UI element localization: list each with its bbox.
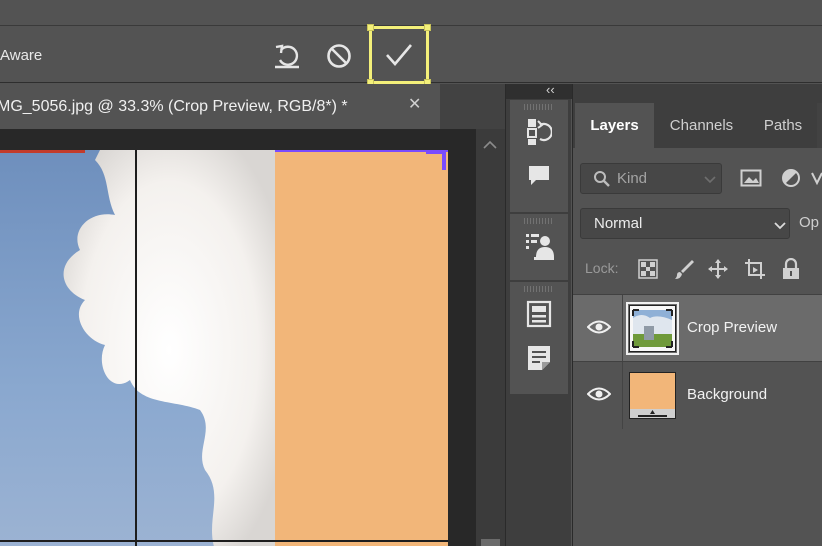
checkmark-icon <box>386 44 412 66</box>
notes-icon[interactable] <box>510 336 568 380</box>
content-aware-label[interactable]: Aware <box>0 47 42 64</box>
vertical-scrollbar[interactable] <box>476 129 505 546</box>
lock-all-icon[interactable] <box>778 256 804 282</box>
scroll-up-icon[interactable] <box>483 137 497 153</box>
grip-handle[interactable] <box>524 104 554 110</box>
blend-mode-select[interactable]: Normal <box>580 208 790 239</box>
menu-bar <box>0 0 822 26</box>
panel-tabs: Layers Channels Paths <box>573 103 822 148</box>
layer-filter-select[interactable]: Kind <box>580 163 722 194</box>
panel-collapse-bar[interactable]: ‹‹ <box>506 82 572 99</box>
lock-row: Lock: <box>573 252 822 286</box>
lock-position-icon[interactable] <box>705 256 731 282</box>
grip-handle[interactable] <box>524 218 554 224</box>
image-filter-icon[interactable] <box>736 163 766 193</box>
crop-guide-horizontal <box>0 540 448 542</box>
layers-panel: Layers Channels Paths Kind Normal Op Loc… <box>572 84 822 546</box>
layer-name: Crop Preview <box>687 319 778 336</box>
libraries-icon[interactable] <box>510 292 568 336</box>
layer-row-background[interactable]: Background <box>573 361 822 429</box>
panel-header-strip <box>573 84 822 103</box>
panel-icon-group <box>510 214 568 280</box>
document-tab-bar: MG_5056.jpg @ 33.3% (Crop Preview, RGB/8… <box>0 84 505 129</box>
highlight-corner <box>367 24 374 31</box>
document-tab[interactable]: MG_5056.jpg @ 33.3% (Crop Preview, RGB/8… <box>0 84 440 129</box>
chevron-down-icon <box>704 171 716 189</box>
lock-image-pixels-icon[interactable] <box>671 256 697 282</box>
layer-name: Background <box>687 386 768 403</box>
tab-paths[interactable]: Paths <box>749 103 817 148</box>
panel-icon-group <box>510 100 568 212</box>
layer-thumbnail[interactable] <box>626 302 679 355</box>
options-bar: Aware <box>0 24 822 86</box>
tab-channels[interactable]: Channels <box>654 103 749 148</box>
panel-icon-group <box>510 282 568 394</box>
collapse-panels-icon[interactable]: ‹‹ <box>546 82 555 97</box>
lock-artboard-icon[interactable] <box>742 256 768 282</box>
reset-icon <box>275 44 299 69</box>
divider <box>622 295 623 362</box>
layer-thumbnail[interactable] <box>629 372 676 419</box>
cancel-icon <box>327 44 351 68</box>
properties-icon[interactable] <box>510 224 568 268</box>
chevron-down-icon <box>774 218 786 236</box>
blend-mode-value: Normal <box>594 215 643 232</box>
divider <box>622 362 623 429</box>
cancel-crop-button[interactable] <box>320 38 358 74</box>
lock-transparent-pixels-icon[interactable] <box>635 256 661 282</box>
layer-row-crop-preview[interactable]: Crop Preview <box>573 294 822 362</box>
crop-handle[interactable] <box>426 150 446 170</box>
canvas-area[interactable] <box>0 129 476 546</box>
commit-crop-button[interactable] <box>367 24 431 86</box>
crop-guide-vertical <box>135 150 137 546</box>
crop-edge <box>275 150 448 152</box>
search-icon <box>593 170 611 193</box>
filter-kind-label: Kind <box>617 170 648 187</box>
history-icon[interactable] <box>510 110 568 154</box>
close-tab-icon[interactable]: ✕ <box>408 94 421 114</box>
scroll-thumb[interactable] <box>481 539 500 546</box>
document-tab-title: MG_5056.jpg @ 33.3% (Crop Preview, RGB/8… <box>0 97 348 115</box>
visibility-eye-icon[interactable] <box>586 386 612 407</box>
grip-handle[interactable] <box>524 286 554 292</box>
tab-overflow[interactable] <box>817 103 822 148</box>
adjustment-filter-icon[interactable] <box>776 163 806 193</box>
lock-label: Lock: <box>585 260 619 276</box>
visibility-eye-icon[interactable] <box>586 319 612 340</box>
highlight-corner <box>424 24 431 31</box>
crop-preview-image[interactable] <box>0 150 448 546</box>
collapsed-panel-strip: ‹‹ <box>505 82 572 546</box>
background-fill-area <box>275 150 448 546</box>
more-filter-icon[interactable] <box>810 163 822 193</box>
crop-edge-marker <box>0 150 85 153</box>
reset-button[interactable] <box>268 38 306 74</box>
comments-icon[interactable] <box>510 154 568 198</box>
tab-layers[interactable]: Layers <box>575 103 654 148</box>
opacity-label: Op <box>799 214 820 231</box>
